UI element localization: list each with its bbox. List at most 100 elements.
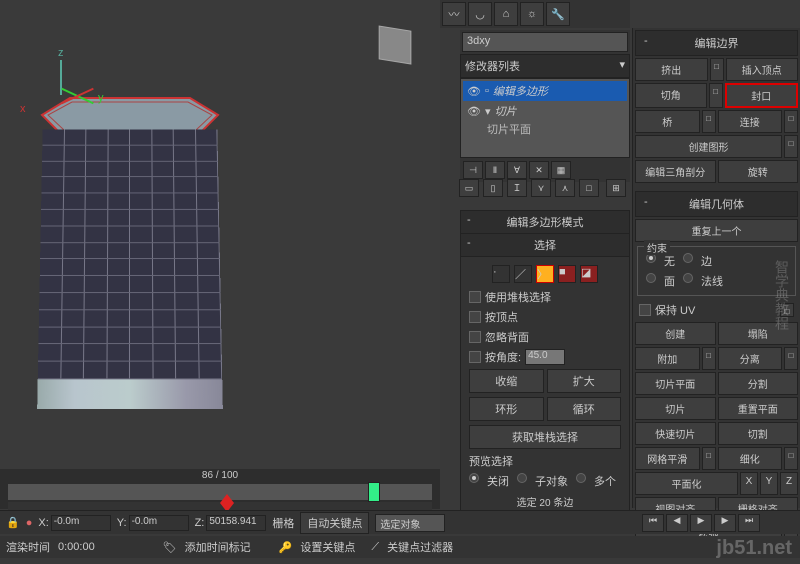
goto-end-icon[interactable]: ⏭ [738, 514, 760, 532]
cut-button[interactable]: 切割 [718, 422, 799, 445]
tessellate-button[interactable]: 细化 [718, 447, 783, 470]
preview-off-radio[interactable] [469, 473, 479, 483]
add-marker-label[interactable]: 添加时间标记 [185, 539, 251, 555]
split-button[interactable]: 分割 [718, 372, 799, 395]
set-key-button[interactable]: 设置关键点 [300, 539, 355, 555]
view-cube-gizmo[interactable] [365, 15, 425, 75]
edge-mode-icon[interactable]: ／ [514, 265, 532, 283]
next-frame-icon[interactable]: ▶ [714, 514, 736, 532]
loop-button[interactable]: 循环 [547, 397, 622, 421]
modifier-item-edit-poly[interactable]: 👁 ▫ 编辑多边形 [463, 81, 627, 101]
toggle4-icon[interactable]: ⋎ [531, 179, 551, 197]
selection-rollout-header[interactable]: 选择 [461, 234, 629, 257]
connect-button[interactable]: 连接 [718, 110, 783, 133]
ignore-back-checkbox[interactable] [469, 331, 481, 343]
extrude-button[interactable]: 挤出 [635, 58, 708, 81]
building-model[interactable] [40, 95, 220, 405]
toggle6-icon[interactable]: □ [579, 179, 599, 197]
modifier-list-dropdown[interactable]: 修改器列表 ▾ [460, 54, 630, 78]
get-stack-button[interactable]: 获取堆栈选择 [469, 425, 621, 449]
chamfer-settings-icon[interactable]: □ [709, 83, 723, 108]
auto-key-button[interactable]: 自动关键点 [300, 512, 369, 534]
y-value[interactable]: -0.0m [129, 515, 189, 531]
msmooth-button[interactable]: 网格平滑 [635, 447, 700, 470]
by-angle-checkbox[interactable] [469, 351, 481, 363]
circle-icon[interactable]: ● [26, 517, 33, 529]
toggle5-icon[interactable]: ⋏ [555, 179, 575, 197]
create-shape-settings-icon[interactable]: □ [784, 135, 798, 158]
bridge-settings-icon[interactable]: □ [702, 110, 716, 133]
border-mode-icon[interactable]: 〉 [536, 265, 554, 283]
repeat-last-button[interactable]: 重复上一个 [635, 219, 798, 242]
create-button[interactable]: 创建 [635, 322, 716, 345]
angle-spinner[interactable]: 45.0 [525, 349, 565, 365]
spin-button[interactable]: 旋转 [718, 160, 799, 183]
edit-border-header[interactable]: 编辑边界 [635, 30, 798, 56]
key-filter-dropdown[interactable]: 选定对象 [375, 514, 445, 532]
toggle1-icon[interactable]: ▭ [459, 179, 479, 197]
vertex-mode-icon[interactable]: · [492, 265, 510, 283]
detach-settings-icon[interactable]: □ [784, 347, 798, 370]
tool-arc-icon[interactable]: ◡ [468, 2, 492, 26]
use-stack-checkbox[interactable] [469, 291, 481, 303]
modifier-stack[interactable]: 👁 ▫ 编辑多边形 👁 ▾ 切片 切片平面 [460, 78, 630, 158]
element-mode-icon[interactable]: ◪ [580, 265, 598, 283]
modifier-item-slice[interactable]: 👁 ▾ 切片 [463, 101, 627, 121]
tool-wrench-icon[interactable]: 🔧 [546, 2, 570, 26]
connect-settings-icon[interactable]: □ [784, 110, 798, 133]
attach-settings-icon[interactable]: □ [702, 347, 716, 370]
quick-slice-button[interactable]: 快速切片 [635, 422, 716, 445]
tool-curve-icon[interactable]: 〰 [442, 2, 466, 26]
bridge-button[interactable]: 桥 [635, 110, 700, 133]
tag-icon[interactable]: 🏷 [163, 541, 177, 554]
goto-start-icon[interactable]: ⏮ [642, 514, 664, 532]
lock-icon[interactable]: 🔒 [6, 516, 20, 529]
extrude-settings-icon[interactable]: □ [710, 58, 724, 81]
cap-button[interactable]: 封口 [725, 83, 799, 108]
planar-x-button[interactable]: X [740, 472, 758, 495]
prev-frame-icon[interactable]: ◀ [666, 514, 688, 532]
slice-plane-button[interactable]: 切片平面 [635, 372, 716, 395]
modifier-sub-slice-plane[interactable]: 切片平面 [463, 121, 627, 137]
planar-z-button[interactable]: Z [780, 472, 798, 495]
x-value[interactable]: -0.0m [51, 515, 111, 531]
constraint-normal-radio[interactable] [683, 273, 693, 283]
rollout-header[interactable]: 编辑多边形模式 [461, 211, 629, 234]
constraint-face-radio[interactable] [646, 273, 656, 283]
config-icon[interactable]: ⊞ [606, 179, 626, 197]
tool-sun-icon[interactable]: ☼ [520, 2, 544, 26]
preview-multi-radio[interactable] [576, 473, 586, 483]
time-slider-thumb[interactable] [368, 482, 380, 502]
key-filter-label[interactable]: 关键点过滤器 [387, 539, 453, 555]
shrink-button[interactable]: 收缩 [469, 369, 544, 393]
z-value[interactable]: 50158.941 [206, 515, 266, 531]
edit-tri-button[interactable]: 编辑三角剖分 [635, 160, 716, 183]
create-shape-button[interactable]: 创建图形 [635, 135, 782, 158]
viewport[interactable]: z y x [0, 0, 440, 470]
detach-button[interactable]: 分离 [718, 347, 783, 370]
toggle3-icon[interactable]: Ｉ [507, 179, 527, 197]
msmooth-settings-icon[interactable]: □ [702, 447, 716, 470]
insert-vertex-button[interactable]: 插入顶点 [726, 58, 799, 81]
preserve-uv-checkbox[interactable] [639, 304, 651, 316]
constraint-edge-radio[interactable] [683, 253, 693, 263]
edit-geom-header[interactable]: 编辑几何体 [635, 191, 798, 217]
toggle2-icon[interactable]: ▯ [483, 179, 503, 197]
key-icon[interactable]: 🔑 [279, 541, 293, 554]
tessellate-settings-icon[interactable]: □ [784, 447, 798, 470]
attach-button[interactable]: 附加 [635, 347, 700, 370]
object-name-field[interactable]: 3dxy [462, 32, 628, 52]
slice-button[interactable]: 切片 [635, 397, 716, 420]
tool-rocket-icon[interactable]: ⌂ [494, 2, 518, 26]
play-icon[interactable]: ▶ [690, 514, 712, 532]
preview-subobj-radio[interactable] [517, 473, 527, 483]
reset-plane-button[interactable]: 重置平面 [718, 397, 799, 420]
chamfer-button[interactable]: 切角 [635, 83, 707, 108]
make-planar-button[interactable]: 平面化 [635, 472, 738, 495]
polygon-mode-icon[interactable]: ■ [558, 265, 576, 283]
grow-button[interactable]: 扩大 [547, 369, 622, 393]
filter-icon[interactable]: ⟋ [371, 541, 379, 554]
planar-y-button[interactable]: Y [760, 472, 778, 495]
ring-button[interactable]: 环形 [469, 397, 544, 421]
by-vertex-checkbox[interactable] [469, 311, 481, 323]
